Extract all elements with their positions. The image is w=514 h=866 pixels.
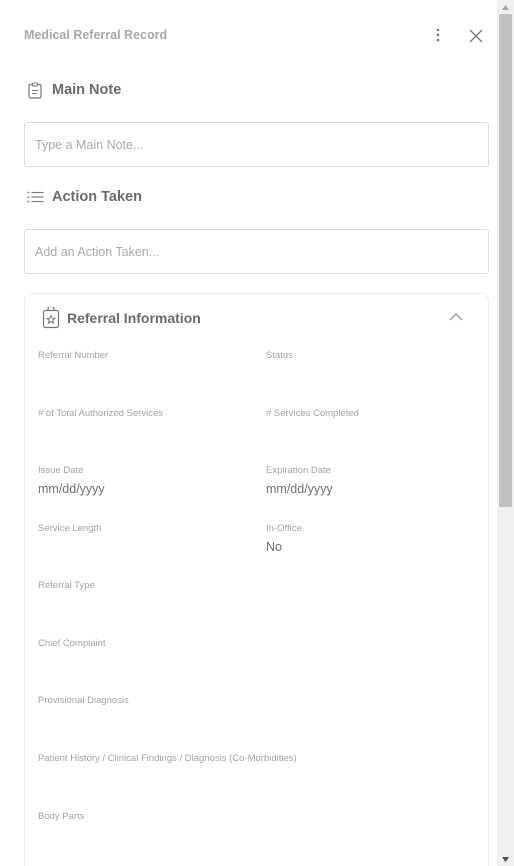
chief-complaint-field: Chief Complaint	[38, 638, 106, 655]
panel-header: Medical Referral Record	[24, 26, 490, 46]
chief-complaint-label: Chief Complaint	[38, 638, 106, 649]
main-note-label: Main Note	[52, 82, 122, 98]
referral-type-label: Referral Type	[38, 580, 95, 591]
clipboard-icon	[26, 81, 44, 99]
in-office-label: In-Office	[266, 523, 302, 534]
status-field: Status	[266, 350, 293, 367]
referral-number-label: Referral Number	[38, 350, 109, 361]
main-note-header: Main Note	[26, 79, 121, 101]
body-parts-field: Body Parts	[38, 811, 84, 828]
provisional-diagnosis-label: Provisional Diagnosis	[38, 695, 129, 706]
status-label: Status	[266, 350, 293, 361]
close-icon	[469, 29, 483, 43]
referral-number-field: Referral Number	[38, 350, 108, 367]
services-completed-label: # Services Completed	[266, 408, 359, 419]
patient-history-label: Patient History / Clinical Findings / Di…	[38, 753, 297, 764]
scrollbar-thumb[interactable]	[499, 14, 512, 507]
service-length-label: Service Length	[38, 523, 102, 534]
total-authorized-services-field: # of Total Authorized Services	[38, 408, 163, 425]
issue-date-field[interactable]: Issue Date mm/dd/yyyy	[38, 465, 105, 496]
referral-type-field: Referral Type	[38, 580, 95, 597]
action-taken-label: Action Taken	[52, 189, 142, 205]
issue-date-label: Issue Date	[38, 465, 84, 476]
scroll-up-arrow[interactable]	[497, 0, 514, 14]
provisional-diagnosis-field: Provisional Diagnosis	[38, 695, 129, 712]
panel-title: Medical Referral Record	[24, 28, 168, 42]
scroll-down-arrow[interactable]	[497, 852, 514, 866]
action-taken-input[interactable]	[24, 229, 489, 274]
action-taken-header: Action Taken	[26, 186, 142, 208]
referral-information-label: Referral Information	[67, 310, 201, 326]
referral-badge-icon	[41, 307, 61, 329]
total-authorized-services-label: # of Total Authorized Services	[38, 408, 163, 419]
more-options-button[interactable]	[428, 25, 448, 45]
in-office-field: In-Office No	[266, 523, 302, 554]
medical-referral-panel: Medical Referral Record Main Note Type a…	[0, 0, 497, 866]
expiration-date-value[interactable]: mm/dd/yyyy	[266, 482, 333, 496]
expiration-date-label: Expiration Date	[266, 465, 331, 476]
triangle-up-icon	[502, 4, 509, 10]
vertical-scrollbar[interactable]	[497, 0, 514, 866]
in-office-value: No	[266, 540, 282, 554]
triangle-down-icon	[502, 856, 509, 862]
patient-history-field: Patient History / Clinical Findings / Di…	[38, 753, 297, 770]
kebab-vertical-icon	[436, 28, 440, 42]
body-parts-label: Body Parts	[38, 811, 85, 822]
service-length-field: Service Length	[38, 523, 101, 540]
expiration-date-field[interactable]: Expiration Date mm/dd/yyyy	[266, 465, 333, 496]
referral-information-toggle[interactable]: Referral Information	[41, 306, 473, 330]
list-icon	[26, 188, 44, 206]
issue-date-value[interactable]: mm/dd/yyyy	[38, 482, 105, 496]
main-note-input[interactable]	[24, 122, 489, 167]
chevron-up-icon	[449, 313, 463, 321]
referral-information-card: Referral Information Referral Number Sta…	[24, 293, 489, 866]
services-completed-field: # Services Completed	[266, 408, 359, 425]
close-button[interactable]	[466, 26, 486, 46]
